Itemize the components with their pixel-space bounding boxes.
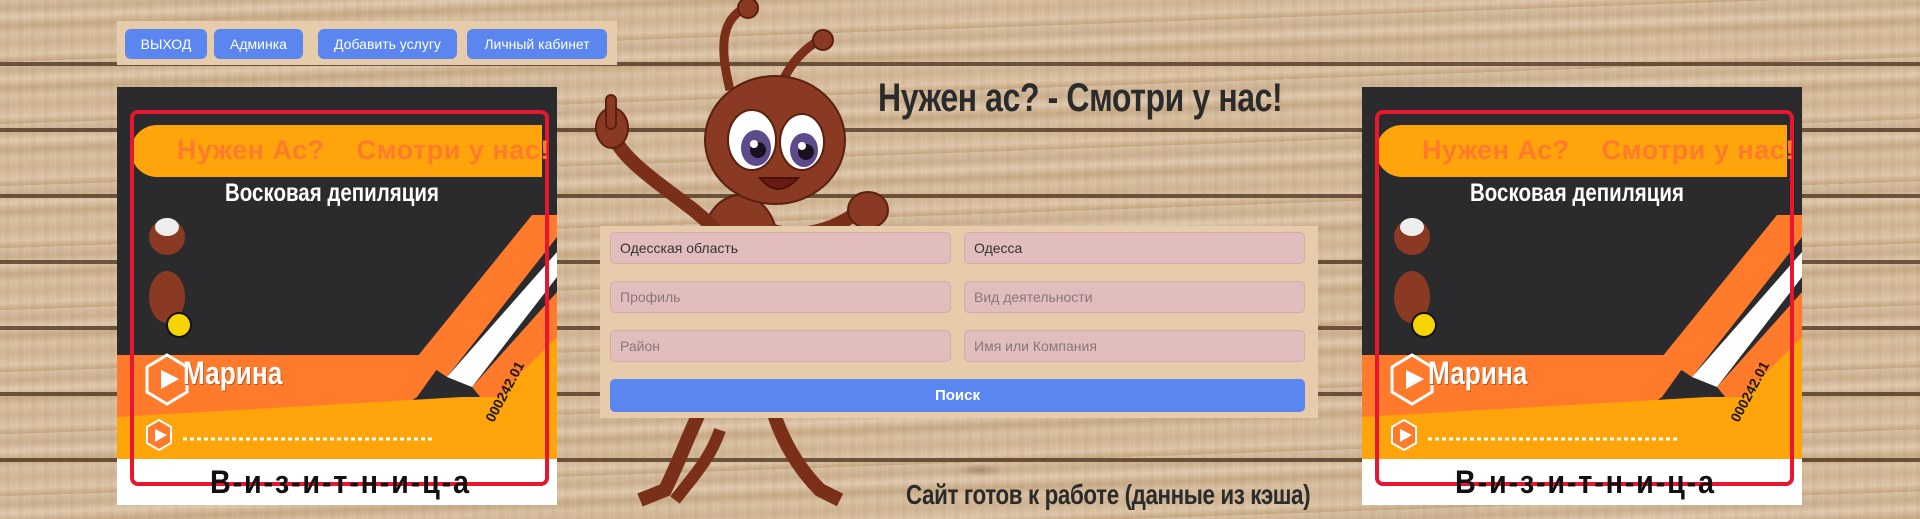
name-or-company-field[interactable] bbox=[964, 330, 1305, 362]
top-nav: ВЫХОД Админка Добавить услугу Личный каб… bbox=[117, 21, 617, 65]
business-card[interactable]: Нужен Ас? Смотри у нас! Восковая депиляц… bbox=[1362, 87, 1802, 505]
business-card[interactable]: Нужен Ас? Смотри у нас! Восковая депиляц… bbox=[117, 87, 557, 505]
admin-button[interactable]: Админка bbox=[214, 29, 303, 59]
city-field[interactable] bbox=[964, 232, 1305, 264]
activity-field[interactable] bbox=[964, 281, 1305, 313]
card-name: Марина bbox=[1428, 355, 1528, 391]
district-field[interactable] bbox=[610, 330, 951, 362]
search-form: Поиск bbox=[600, 226, 1318, 418]
card-service: Восковая депиляция bbox=[1470, 179, 1684, 207]
card-bottom-label: В-и-з-и-т-н-и-ц-а bbox=[210, 464, 471, 500]
status-text: Сайт готов к работе (данные из кэша) bbox=[906, 479, 1311, 510]
region-field[interactable] bbox=[610, 232, 951, 264]
card-header-text: Нужен Ас? Смотри у нас! bbox=[177, 135, 550, 165]
card-name: Марина bbox=[183, 355, 283, 391]
add-service-button[interactable]: Добавить услугу bbox=[318, 29, 457, 59]
exit-button[interactable]: ВЫХОД bbox=[125, 29, 207, 59]
card-header-text: Нужен Ас? Смотри у нас! bbox=[1422, 135, 1795, 165]
search-button[interactable]: Поиск bbox=[610, 379, 1305, 412]
page-headline: Нужен ас? - Смотри у нас! bbox=[878, 76, 1283, 120]
card-service: Восковая депиляция bbox=[225, 179, 439, 207]
card-bottom-label: В-и-з-и-т-н-и-ц-а bbox=[1455, 464, 1716, 500]
profile-field[interactable] bbox=[610, 281, 951, 313]
